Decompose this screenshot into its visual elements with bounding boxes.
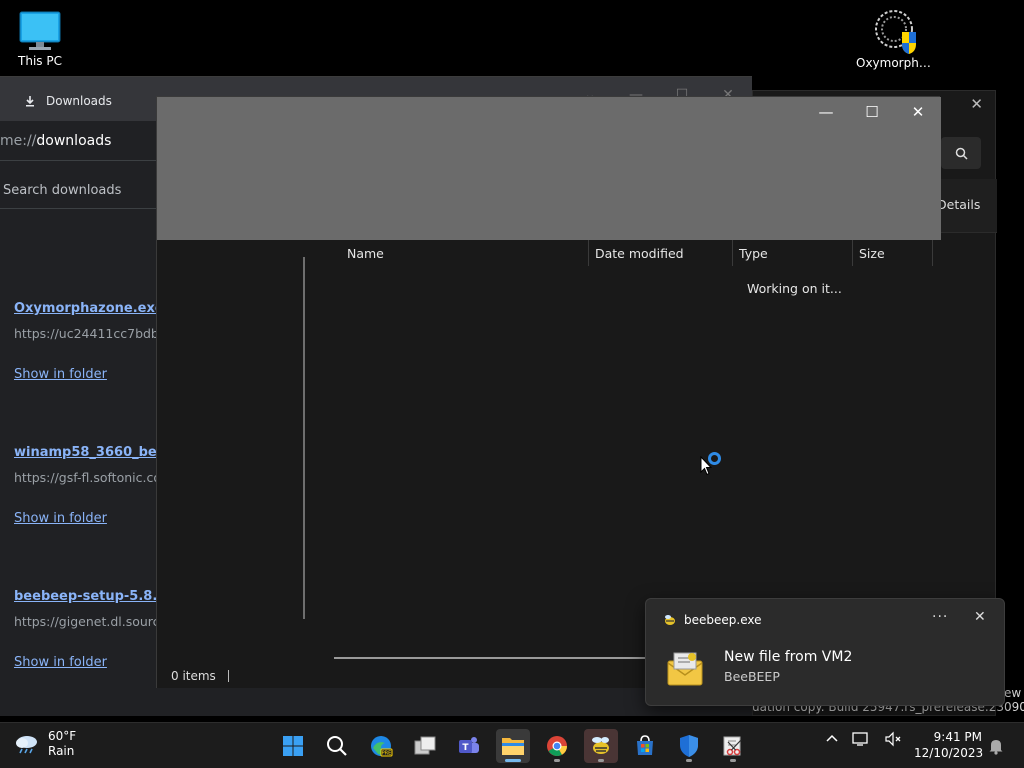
task-view-button[interactable] <box>408 729 442 763</box>
search-downloads-input[interactable]: Search downloads <box>0 173 160 209</box>
column-name[interactable]: Name <box>317 240 589 266</box>
loading-status: Working on it... <box>747 281 842 296</box>
running-indicator <box>554 759 560 762</box>
address-prefix: me:// <box>0 132 37 149</box>
running-indicator <box>730 759 736 762</box>
beebeep-app-icon <box>665 615 675 625</box>
item-count: 0 items <box>171 669 216 683</box>
oxymorphazone-label: Oxymorpha... <box>856 56 936 70</box>
close-button[interactable]: ✕ <box>895 97 941 127</box>
store-button[interactable] <box>628 729 662 763</box>
search-icon <box>955 147 968 160</box>
close-button[interactable]: ✕ <box>970 95 983 113</box>
column-size[interactable]: Size <box>853 240 933 266</box>
tab-downloads[interactable]: Downloads <box>12 87 162 115</box>
explorer-header: — ☐ ✕ <box>157 97 941 240</box>
clock-date: 12/10/2023 <box>914 746 984 760</box>
app-shield-icon <box>875 10 916 54</box>
download-item: winamp58_3660_beta_fu https://gsf-fl.sof… <box>14 445 164 526</box>
show-in-folder-link[interactable]: Show in folder <box>14 655 164 670</box>
start-button[interactable] <box>276 729 310 763</box>
monitor-icon <box>19 11 61 50</box>
maximize-button[interactable]: ☐ <box>849 97 895 127</box>
taskbar: 60°F Rain PRE T 9:41 PM 12/10/2023 <box>0 722 1024 768</box>
more-options-button[interactable]: ··· <box>932 609 948 625</box>
download-item: beebeep-setup-5.8.6.exe https://gigenet.… <box>14 589 164 670</box>
snipping-tool-button[interactable] <box>716 729 750 763</box>
task-view-icon <box>414 736 436 755</box>
download-name-link[interactable]: Oxymorphazone.exe <box>14 301 164 316</box>
chrome-icon <box>547 736 568 756</box>
watermark-text: ew <box>1004 686 1022 700</box>
volume-muted-icon[interactable] <box>884 731 902 747</box>
beebeep-icon <box>592 737 609 754</box>
pointer-cursor-icon <box>700 456 712 476</box>
snipping-icon <box>723 736 742 756</box>
column-headers: Name Date modified Type Size <box>317 240 937 266</box>
download-url[interactable]: https://gigenet.dl.source <box>14 614 164 629</box>
weather-widget[interactable]: 60°F Rain <box>14 729 76 759</box>
toast-app-name: beebeep.exe <box>684 613 762 627</box>
mail-envelope-icon <box>667 652 703 686</box>
column-type[interactable]: Type <box>733 240 853 266</box>
minimize-button[interactable]: — <box>803 97 849 127</box>
file-explorer-button[interactable] <box>496 729 530 763</box>
download-name-link[interactable]: beebeep-setup-5.8.6.exe <box>14 589 164 604</box>
rain-cloud-icon <box>16 736 37 754</box>
search-icon <box>327 736 347 756</box>
edge-button[interactable]: PRE <box>364 729 398 763</box>
notification-bell-icon[interactable] <box>988 737 1004 755</box>
teams-icon: T <box>459 737 479 753</box>
network-icon[interactable] <box>852 731 870 747</box>
chrome-button[interactable] <box>540 729 574 763</box>
search-button[interactable] <box>320 729 354 763</box>
toast-title: New file from VM2 <box>724 649 853 665</box>
search-placeholder: Search downloads <box>3 183 122 198</box>
running-indicator <box>686 759 692 762</box>
toast-body: BeeBEEP <box>724 669 780 684</box>
download-url[interactable]: https://gsf-fl.softonic.cor <box>14 470 164 485</box>
navigation-pane[interactable] <box>157 240 307 664</box>
active-indicator <box>505 759 521 762</box>
details-button[interactable]: Details <box>937 197 980 212</box>
address-path: downloads <box>36 132 112 149</box>
horizontal-scrollbar[interactable] <box>334 657 654 659</box>
download-icon <box>26 96 34 107</box>
teams-button[interactable]: T <box>452 729 486 763</box>
notification-toast[interactable]: beebeep.exe ··· ✕ New file from VM2 BeeB… <box>645 598 1005 706</box>
weather-temp: 60°F <box>48 729 77 743</box>
download-url[interactable]: https://uc24411cc7bdbet <box>14 326 164 341</box>
tab-label: Downloads <box>46 94 112 108</box>
start-icon <box>283 736 303 756</box>
svg-text:PRE: PRE <box>382 751 392 757</box>
show-in-folder-link[interactable]: Show in folder <box>14 367 164 382</box>
navigation-scrollbar[interactable] <box>303 257 305 619</box>
clock-time: 9:41 PM <box>933 730 982 744</box>
beebeep-button[interactable] <box>584 729 618 763</box>
column-date-modified[interactable]: Date modified <box>589 240 733 266</box>
defender-button[interactable] <box>672 729 706 763</box>
file-explorer-icon <box>502 738 524 755</box>
system-tray <box>826 731 902 747</box>
desktop: This PC Oxymorpha... Downloads ⌄ — ☐ ✕ m… <box>0 0 1024 722</box>
chevron-up-icon[interactable] <box>826 733 838 745</box>
store-icon <box>637 735 653 755</box>
svg-text:T: T <box>462 743 469 753</box>
edge-icon: PRE <box>371 736 393 757</box>
search-button[interactable] <box>941 137 981 169</box>
download-item: Oxymorphazone.exe https://uc24411cc7bdbe… <box>14 301 164 382</box>
weather-desc: Rain <box>48 744 75 758</box>
status-separator <box>227 670 229 682</box>
clock[interactable]: 9:41 PM 12/10/2023 <box>914 729 984 761</box>
this-pc-label: This PC <box>18 54 62 68</box>
show-in-folder-link[interactable]: Show in folder <box>14 511 164 526</box>
toast-close-button[interactable]: ✕ <box>974 609 986 625</box>
download-name-link[interactable]: winamp58_3660_beta_fu <box>14 445 164 460</box>
oxymorphazone-shortcut[interactable]: Oxymorpha... <box>856 8 936 70</box>
address-bar[interactable]: me://downloads <box>0 121 160 161</box>
defender-shield-icon <box>680 735 698 757</box>
weather-text: 60°F Rain <box>48 729 76 759</box>
running-indicator <box>598 759 604 762</box>
this-pc-shortcut[interactable]: This PC <box>0 10 80 68</box>
